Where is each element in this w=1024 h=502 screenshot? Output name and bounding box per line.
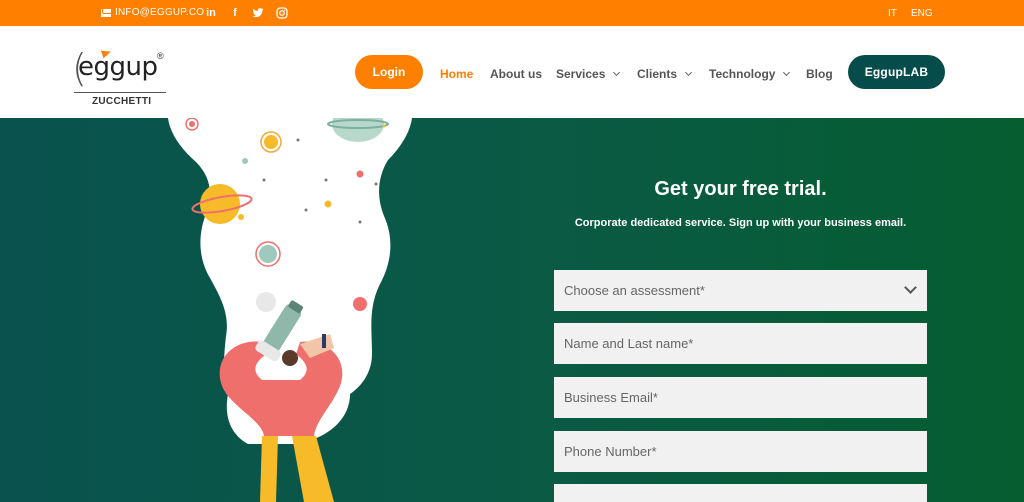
name-field[interactable]: Name and Last name* (554, 323, 927, 364)
form-title: Get your free trial. (654, 178, 827, 200)
linkedin-icon[interactable]: in (203, 5, 219, 21)
nav-technology[interactable]: Technology (709, 67, 791, 81)
next-field-partial[interactable] (554, 484, 927, 502)
login-button[interactable]: Login (355, 55, 423, 89)
contact-email-link[interactable]: INFO@EGGUP.CO (101, 7, 204, 18)
facebook-glyph: f (233, 7, 237, 19)
logo-word: eggup (78, 52, 158, 82)
form-subtitle: Corporate dedicated service. Sign up wit… (574, 217, 907, 229)
nav-services-label: Services (556, 67, 606, 81)
phone-number-field[interactable]: Phone Number* (554, 431, 927, 472)
contact-email: INFO@EGGUP.CO (115, 7, 205, 18)
email-field-placeholder: Business Email* (564, 390, 658, 405)
nav-clients-label: Clients (637, 67, 678, 81)
planet-coral-small (353, 297, 367, 311)
logo-registered-mark: ® (157, 51, 164, 61)
name-field-placeholder: Name and Last name* (564, 336, 694, 351)
nav-home[interactable]: Home (440, 67, 473, 81)
chevron-down-icon (783, 68, 791, 77)
logo-subtitle: ZUCCHETTI (92, 96, 152, 107)
twitter-bird-shape (252, 8, 264, 18)
planet-teal-ringed (259, 245, 277, 263)
egguplab-button[interactable]: EggupLAB (848, 55, 945, 89)
nav-blog-label: Blog (806, 67, 833, 81)
instagram-icon[interactable] (274, 5, 290, 21)
top-bar: INFO@EGGUP.CO in f IT ENG (0, 0, 1024, 26)
chevron-down-icon (904, 281, 917, 294)
nav-home-label: Home (440, 67, 474, 81)
assessment-select[interactable]: Choose an assessment* (554, 270, 927, 311)
linkedin-glyph: in (206, 7, 216, 19)
facebook-icon[interactable]: f (227, 5, 243, 21)
eggup-logo[interactable]: ( eggup ® ZUCCHETTI (72, 38, 172, 110)
nav-technology-label: Technology (709, 67, 776, 81)
telescope-illustration (168, 118, 412, 502)
chevron-down-icon (613, 68, 621, 77)
hero-section: Get your free trial. Corporate dedicated… (0, 118, 1024, 502)
nav-blog[interactable]: Blog (806, 67, 833, 81)
nav-about-us-label: About us (490, 67, 542, 81)
nav-services[interactable]: Services (556, 67, 621, 81)
site-header: ( eggup ® ZUCCHETTI Login Home About us … (0, 26, 1024, 118)
phone-field-placeholder: Phone Number* (564, 444, 657, 459)
logo-divider (74, 92, 166, 93)
assessment-select-value: Choose an assessment* (564, 283, 705, 298)
instagram-camera-shape (276, 7, 288, 19)
twitter-icon[interactable] (250, 5, 266, 21)
nav-about-us[interactable]: About us (490, 67, 542, 81)
lang-eng-link[interactable]: ENG (911, 8, 933, 19)
nav-clients[interactable]: Clients (637, 67, 693, 81)
mail-icon (101, 8, 112, 17)
business-email-field[interactable]: Business Email* (554, 377, 927, 418)
lang-it-link[interactable]: IT (888, 8, 897, 19)
chevron-down-icon (684, 68, 693, 77)
